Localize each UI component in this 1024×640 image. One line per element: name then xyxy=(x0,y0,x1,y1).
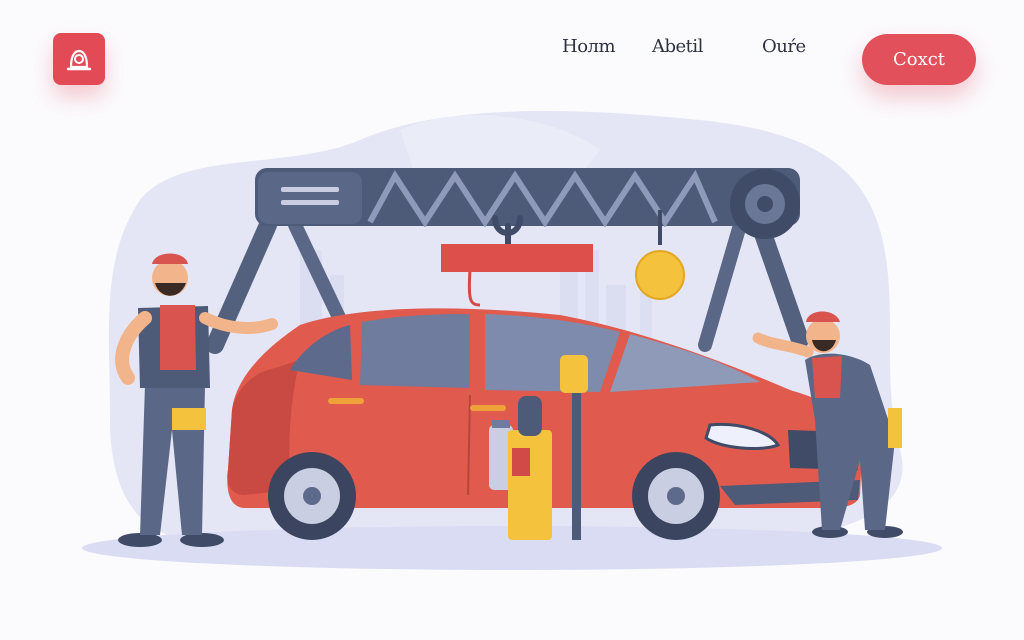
hanging-sign xyxy=(441,244,593,272)
car-repair-illustration xyxy=(82,111,942,570)
